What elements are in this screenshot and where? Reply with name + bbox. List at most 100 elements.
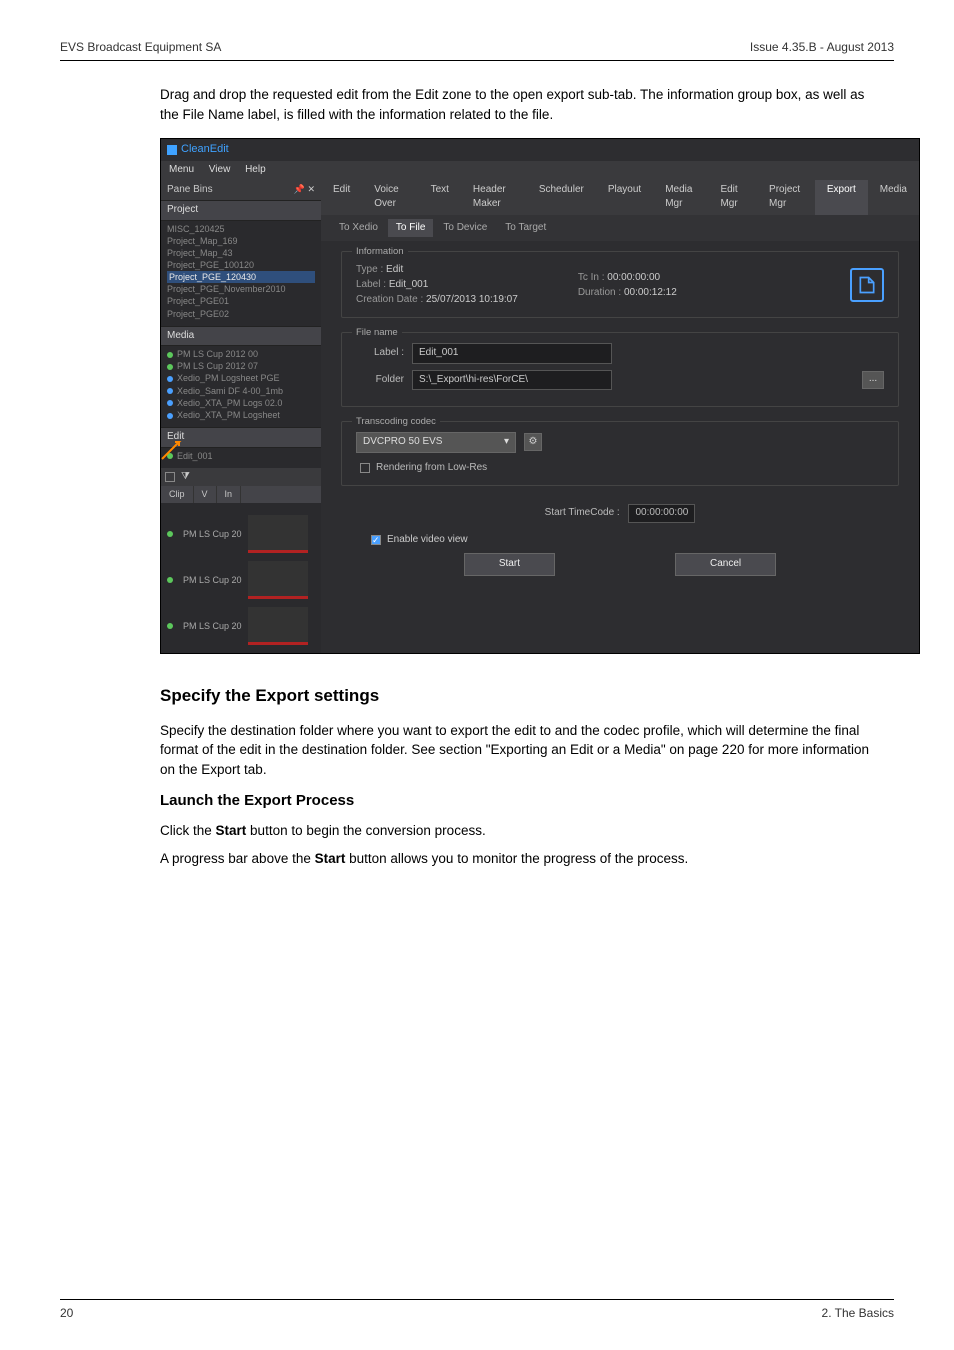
file-type-icon	[850, 268, 884, 302]
info-dur-value: 00:00:12:12	[624, 287, 677, 298]
tab-voice-over[interactable]: Voice Over	[362, 180, 418, 215]
window-titlebar: CleanEdit	[161, 139, 919, 161]
information-group-title: Information	[352, 245, 408, 259]
project-item-selected[interactable]: Project_PGE_120430	[167, 271, 315, 283]
subtab-to-xedio[interactable]: To Xedio	[331, 219, 386, 238]
edit-item[interactable]: Edit_001	[167, 450, 315, 462]
tab-media-mgr[interactable]: Media Mgr	[653, 180, 708, 215]
tab-text[interactable]: Text	[419, 180, 461, 215]
menu-menu[interactable]: Menu	[169, 164, 194, 175]
media-section-header[interactable]: Media	[161, 326, 321, 347]
info-tcin-value: 00:00:00:00	[607, 272, 660, 283]
window-title: CleanEdit	[181, 142, 229, 158]
start-button[interactable]: Start	[464, 553, 555, 576]
launch-export-p1: Click the Start button to begin the conv…	[160, 821, 884, 841]
info-label-value: Edit_001	[389, 279, 428, 290]
footer-section: 2. The Basics	[822, 1306, 894, 1320]
cancel-button[interactable]: Cancel	[675, 553, 776, 576]
edit-section-header[interactable]: Edit	[161, 427, 321, 448]
media-item[interactable]: Xedio_XTA_PM Logsheet	[167, 409, 315, 421]
clip-row[interactable]: PM LS Cup 20	[167, 605, 315, 647]
media-item[interactable]: Xedio_XTA_PM Logs 02.0	[167, 397, 315, 409]
filename-folder-label: Folder	[356, 373, 404, 388]
tab-header-maker[interactable]: Header Maker	[461, 180, 527, 215]
pane-bins-label: Pane Bins	[167, 183, 213, 198]
project-item[interactable]: Project_Map_169	[167, 235, 315, 247]
side-panel: Pane Bins 📌 ✕ Project MISC_120425 Projec…	[161, 180, 321, 654]
codec-select-value: DVCPRO 50 EVS	[363, 435, 442, 450]
info-dur-label: Duration :	[578, 285, 621, 300]
project-item[interactable]: Project_PGE_100120	[167, 259, 315, 271]
col-in: In	[217, 486, 242, 503]
project-item[interactable]: Project_PGE02	[167, 308, 315, 320]
col-v: V	[194, 486, 217, 503]
project-item[interactable]: Project_PGE01	[167, 295, 315, 307]
tab-scheduler[interactable]: Scheduler	[527, 180, 596, 215]
launch-export-p2: A progress bar above the Start button al…	[160, 849, 884, 869]
start-timecode-label: Start TimeCode :	[545, 507, 620, 518]
header-right: Issue 4.35.B - August 2013	[750, 40, 894, 54]
menu-view[interactable]: View	[209, 164, 231, 175]
pin-close-icons[interactable]: 📌 ✕	[294, 183, 315, 196]
menu-help[interactable]: Help	[245, 164, 266, 175]
information-group: Information Type : Edit Label : Edit_001…	[341, 251, 899, 318]
clip-row[interactable]: PM LS Cup 20	[167, 513, 315, 555]
specify-export-heading: Specify the Export settings	[160, 684, 884, 709]
app-screenshot: CleanEdit Menu View Help Pane Bins 📌 ✕ P…	[160, 138, 884, 654]
codec-settings-button[interactable]: ⚙	[524, 433, 542, 451]
media-item[interactable]: Xedio_Sami DF 4-00_1mb	[167, 385, 315, 397]
media-list[interactable]: PM LS Cup 2012 00 PM LS Cup 2012 07 Xedi…	[161, 346, 321, 427]
enable-video-view-checkbox[interactable]	[371, 535, 381, 545]
filename-label-input[interactable]: Edit_001	[412, 343, 612, 364]
project-section-header[interactable]: Project	[161, 200, 321, 221]
filter-bar[interactable]: ⧩	[161, 468, 321, 487]
specify-export-paragraph: Specify the destination folder where you…	[160, 721, 884, 780]
edit-list[interactable]: Edit_001	[161, 448, 321, 468]
tab-export[interactable]: Export	[815, 180, 868, 215]
filename-group: File name Label : Edit_001 Folder S:\_Ex…	[341, 332, 899, 407]
transcoding-group: Transcoding codec DVCPRO 50 EVS ▾ ⚙	[341, 421, 899, 486]
media-item[interactable]: PM LS Cup 2012 07	[167, 360, 315, 372]
pane-bins-header: Pane Bins 📌 ✕	[161, 180, 321, 201]
filter-checkbox[interactable]	[165, 472, 175, 482]
tab-edit[interactable]: Edit	[321, 180, 362, 215]
subtab-to-device[interactable]: To Device	[435, 219, 495, 238]
project-list[interactable]: MISC_120425 Project_Map_169 Project_Map_…	[161, 221, 321, 326]
tab-project-mgr[interactable]: Project Mgr	[757, 180, 815, 215]
filename-group-title: File name	[352, 326, 402, 340]
export-subtabs[interactable]: To Xedio To File To Device To Target	[321, 215, 919, 242]
info-type-label: Type :	[356, 262, 383, 277]
main-tabs[interactable]: Edit Voice Over Text Header Maker Schedu…	[321, 180, 919, 215]
launch-export-heading: Launch the Export Process	[160, 790, 884, 812]
filename-label-label: Label :	[356, 346, 404, 361]
page-header: EVS Broadcast Equipment SA Issue 4.35.B …	[60, 40, 894, 61]
tab-playout[interactable]: Playout	[596, 180, 653, 215]
menu-bar[interactable]: Menu View Help	[161, 161, 919, 180]
header-left: EVS Broadcast Equipment SA	[60, 40, 221, 54]
enable-video-view-label: Enable video view	[387, 533, 468, 548]
tab-edit-mgr[interactable]: Edit Mgr	[708, 180, 757, 215]
clip-row[interactable]: PM LS Cup 20	[167, 559, 315, 601]
start-timecode-input[interactable]: 00:00:00:00	[628, 504, 695, 523]
browse-button[interactable]: ...	[862, 371, 884, 389]
info-tcin-label: Tc In :	[578, 270, 605, 285]
page-number: 20	[60, 1306, 73, 1320]
project-item[interactable]: Project_PGE_November2010	[167, 283, 315, 295]
filter-icon[interactable]: ⧩	[181, 470, 190, 485]
media-item[interactable]: PM LS Cup 2012 00	[167, 348, 315, 360]
info-cdate-label: Creation Date :	[356, 292, 423, 307]
subtab-to-target[interactable]: To Target	[497, 219, 554, 238]
media-item[interactable]: Xedio_PM Logsheet PGE	[167, 372, 315, 384]
transcoding-group-title: Transcoding codec	[352, 415, 440, 429]
tab-media[interactable]: Media	[868, 180, 919, 215]
render-lowres-checkbox[interactable]	[360, 463, 370, 473]
col-clip: Clip	[161, 486, 194, 503]
codec-select[interactable]: DVCPRO 50 EVS ▾	[356, 432, 516, 453]
project-item[interactable]: Project_Map_43	[167, 247, 315, 259]
subtab-to-file[interactable]: To File	[388, 219, 433, 238]
page-footer: 20 2. The Basics	[60, 1299, 894, 1320]
chevron-down-icon: ▾	[504, 435, 509, 450]
project-item[interactable]: MISC_120425	[167, 223, 315, 235]
intro-paragraph: Drag and drop the requested edit from th…	[160, 85, 884, 124]
filename-folder-input[interactable]: S:\_Export\hi-res\ForCE\	[412, 370, 612, 391]
